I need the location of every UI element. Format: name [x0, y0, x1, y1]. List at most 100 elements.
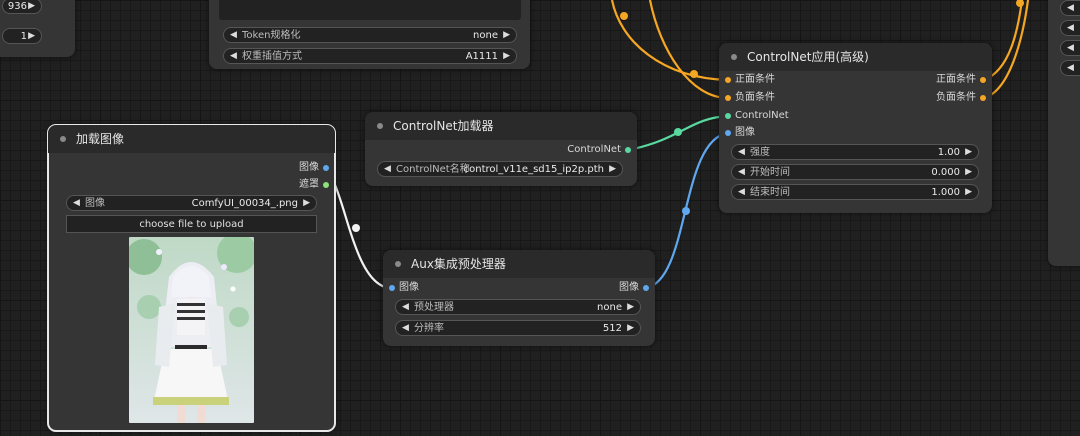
- collapse-dot-icon[interactable]: [731, 54, 737, 60]
- arrow-left-icon[interactable]: ◀: [1067, 61, 1074, 75]
- collapse-dot-icon[interactable]: [377, 123, 383, 129]
- arrow-left-icon[interactable]: ◀: [1067, 1, 1074, 15]
- widget-controlnet-name[interactable]: ◀ ControlNet名称 control_v11e_sd15_ip2p.pt…: [377, 161, 623, 177]
- output-negative[interactable]: 负面条件: [936, 91, 992, 105]
- node-title-text: Aux集成预处理器: [411, 257, 506, 271]
- controlnet-apply-node[interactable]: ControlNet应用(高级) 正面条件 负面条件 ControlNet 图像…: [719, 43, 992, 213]
- widget-label: ControlNet名称: [396, 164, 470, 175]
- port-dot-icon[interactable]: [980, 95, 986, 101]
- slot-label: 正面条件: [936, 74, 976, 85]
- output-controlnet[interactable]: ControlNet: [567, 143, 637, 157]
- slot-label: ControlNet: [735, 110, 789, 121]
- arrow-right-icon[interactable]: ▶: [503, 49, 510, 63]
- port-dot-icon[interactable]: [725, 130, 731, 136]
- image-preview: [129, 237, 254, 423]
- input-positive[interactable]: 正面条件: [719, 73, 775, 87]
- arrow-right-icon[interactable]: ▶: [965, 185, 972, 199]
- widget-value: none: [597, 302, 622, 313]
- widget-value: none: [473, 30, 498, 41]
- widget-label: 权重插值方式: [242, 51, 302, 62]
- arrow-left-icon[interactable]: ◀: [384, 162, 391, 176]
- controlnet-loader-node[interactable]: ControlNet加载器 ControlNet ◀ ControlNet名称 …: [365, 112, 637, 186]
- arrow-right-icon[interactable]: ▶: [627, 321, 634, 335]
- output-mask[interactable]: 遮罩: [299, 178, 335, 192]
- partial-node-right[interactable]: ◀ ◀ ◀ ◀: [1048, 0, 1080, 266]
- port-dot-icon[interactable]: [725, 77, 731, 83]
- widget-value: A1111: [465, 51, 498, 62]
- arrow-right-icon[interactable]: ▶: [965, 145, 972, 159]
- port-dot-icon[interactable]: [389, 285, 395, 291]
- upload-button[interactable]: choose file to upload: [66, 215, 317, 233]
- arrow-left-icon[interactable]: ◀: [230, 49, 237, 63]
- port-dot-icon[interactable]: [643, 285, 649, 291]
- widget-partial[interactable]: ◀: [1060, 0, 1080, 16]
- node-title[interactable]: ControlNet加载器: [365, 112, 637, 140]
- port-dot-icon[interactable]: [980, 77, 986, 83]
- port-dot-icon[interactable]: [323, 165, 329, 171]
- arrow-left-icon[interactable]: ◀: [402, 300, 409, 314]
- widget-start-percent[interactable]: ◀ 开始时间 0.000 ▶: [731, 164, 979, 180]
- widget-preprocessor[interactable]: ◀ 预处理器 none ▶: [395, 299, 641, 315]
- widget-resolution[interactable]: ◀ 分辨率 512 ▶: [395, 320, 641, 336]
- clip-encode-node[interactable]: ◀ Token规格化 none ▶ ◀ 权重插值方式 A1111 ▶: [209, 0, 530, 69]
- output-image[interactable]: 图像: [619, 281, 655, 295]
- slot-label: 图像: [299, 162, 319, 173]
- arrow-left-icon[interactable]: ◀: [1067, 41, 1074, 55]
- widget-token-normalization[interactable]: ◀ Token规格化 none ▶: [223, 27, 517, 43]
- widget-value: ComfyUI_00034_.png: [191, 198, 298, 209]
- aux-preprocessor-node[interactable]: Aux集成预处理器 图像 图像 ◀ 预处理器 none ▶ ◀ 分辨率 512 …: [383, 250, 655, 346]
- wire-reroute-dot: [690, 70, 698, 78]
- arrow-right-icon[interactable]: ▶: [609, 162, 616, 176]
- node-title-text: 加载图像: [76, 132, 125, 146]
- widget-strength[interactable]: ◀ 强度 1.00 ▶: [731, 144, 979, 160]
- text-area[interactable]: [219, 0, 521, 20]
- collapse-dot-icon[interactable]: [395, 261, 401, 267]
- widget-value: 512: [602, 323, 622, 334]
- input-image[interactable]: 图像: [719, 126, 755, 140]
- widget-value: 1: [20, 31, 27, 42]
- arrow-left-icon[interactable]: ◀: [73, 196, 80, 210]
- slot-label: 图像: [399, 282, 419, 293]
- widget-label: 结束时间: [750, 187, 790, 198]
- output-positive[interactable]: 正面条件: [936, 73, 992, 87]
- port-dot-icon[interactable]: [725, 113, 731, 119]
- widget-image-select[interactable]: ◀ 图像 ComfyUI_00034_.png ▶: [66, 195, 317, 211]
- arrow-left-icon[interactable]: ◀: [738, 145, 745, 159]
- widget-partial[interactable]: ◀: [1060, 40, 1080, 56]
- widget-value-1[interactable]: 936 ▶: [2, 0, 42, 14]
- arrow-left-icon[interactable]: ◀: [230, 28, 237, 42]
- widget-partial[interactable]: ◀: [1060, 60, 1080, 76]
- arrow-left-icon[interactable]: ◀: [738, 185, 745, 199]
- widget-label: 开始时间: [750, 167, 790, 178]
- arrow-left-icon[interactable]: ◀: [1067, 21, 1074, 35]
- widget-label: 强度: [750, 147, 770, 158]
- port-dot-icon[interactable]: [323, 182, 329, 188]
- widget-end-percent[interactable]: ◀ 结束时间 1.000 ▶: [731, 184, 979, 200]
- node-title[interactable]: 加载图像: [48, 125, 335, 153]
- slot-label: ControlNet: [567, 144, 621, 155]
- port-dot-icon[interactable]: [725, 95, 731, 101]
- widget-value-2[interactable]: 1 ▶: [2, 28, 42, 44]
- wire-reroute-dot: [682, 207, 690, 215]
- output-image[interactable]: 图像: [299, 161, 335, 175]
- arrow-right-icon[interactable]: ▶: [503, 28, 510, 42]
- partial-node-topleft[interactable]: 936 ▶ 1 ▶: [0, 0, 75, 57]
- arrow-right-icon[interactable]: ▶: [627, 300, 634, 314]
- arrow-left-icon[interactable]: ◀: [738, 165, 745, 179]
- input-controlnet[interactable]: ControlNet: [719, 109, 789, 123]
- input-negative[interactable]: 负面条件: [719, 91, 775, 105]
- node-title[interactable]: Aux集成预处理器: [383, 250, 655, 278]
- input-image[interactable]: 图像: [383, 281, 419, 295]
- arrow-left-icon[interactable]: ◀: [402, 321, 409, 335]
- widget-partial[interactable]: ◀: [1060, 20, 1080, 36]
- load-image-node[interactable]: 加载图像 图像 遮罩 ◀ 图像 ComfyUI_00034_.png ▶ cho…: [47, 124, 336, 432]
- arrow-right-icon[interactable]: ▶: [303, 196, 310, 210]
- arrow-right-icon[interactable]: ▶: [28, 0, 35, 13]
- arrow-right-icon[interactable]: ▶: [28, 29, 35, 43]
- node-title[interactable]: ControlNet应用(高级): [719, 43, 992, 71]
- widget-weight-interpretation[interactable]: ◀ 权重插值方式 A1111 ▶: [223, 48, 517, 64]
- collapse-dot-icon[interactable]: [60, 136, 66, 142]
- port-dot-icon[interactable]: [625, 147, 631, 153]
- arrow-right-icon[interactable]: ▶: [965, 165, 972, 179]
- slot-label: 图像: [735, 127, 755, 138]
